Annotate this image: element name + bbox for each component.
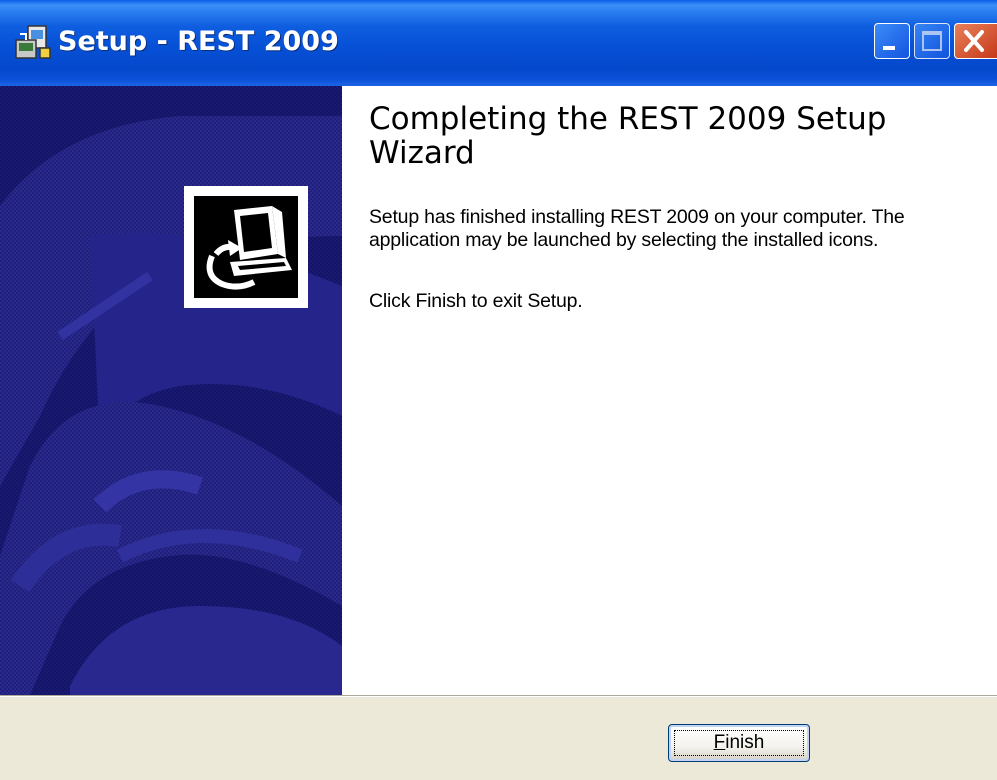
setup-installer-icon[interactable] (14, 22, 54, 62)
maximize-button[interactable] (914, 23, 950, 59)
finish-button-label: Finish (714, 732, 765, 753)
window-title: Setup - REST 2009 (58, 26, 339, 57)
minimize-icon (883, 46, 895, 50)
minimize-button[interactable] (874, 23, 910, 59)
wizard-footer: Finish (0, 697, 997, 780)
wizard-content: Completing the REST 2009 Setup Wizard Se… (342, 86, 997, 695)
close-button[interactable] (954, 23, 997, 59)
setup-wizard-window: Setup - REST 2009 Completing the REST 20… (0, 0, 997, 780)
finish-button[interactable]: Finish (668, 724, 810, 762)
wizard-description: Setup has finished installing REST 2009 … (369, 206, 905, 251)
title-bar[interactable]: Setup - REST 2009 (0, 0, 997, 86)
wizard-side-image (0, 86, 342, 695)
finish-accelerator-key: F (713, 732, 726, 753)
finish-label-rest: inish (725, 732, 765, 753)
wizard-heading: Completing the REST 2009 Setup Wizard (369, 101, 887, 171)
computer-install-icon (184, 186, 308, 308)
wizard-exit-note: Click Finish to exit Setup. (369, 290, 583, 312)
close-icon (964, 30, 984, 52)
maximize-icon (922, 31, 942, 51)
